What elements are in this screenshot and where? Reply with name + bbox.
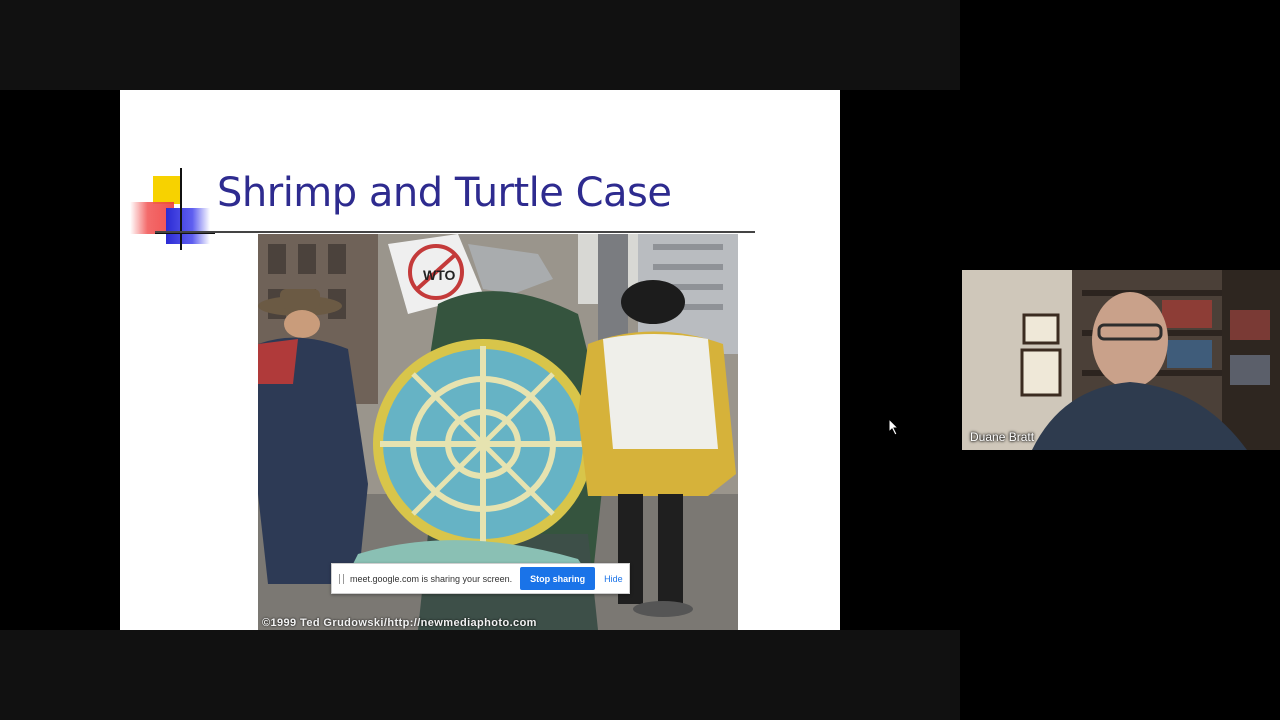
title-divider xyxy=(155,231,755,233)
hide-button[interactable]: Hide xyxy=(604,574,623,584)
bottom-letterbox xyxy=(0,630,960,720)
participant-video-tile[interactable]: Duane Bratt xyxy=(962,270,1280,450)
screen-share-notice: meet.google.com is sharing your screen. … xyxy=(331,563,630,594)
top-letterbox xyxy=(0,0,960,90)
presentation-slide: Shrimp and Turtle Case WTO ©1999 Ted Gru… xyxy=(120,90,840,630)
mouse-cursor-icon xyxy=(888,417,900,441)
photo-credit: ©1999 Ted Grudowski/http://newmediaphoto… xyxy=(262,617,537,629)
sign-text: WTO xyxy=(423,267,456,283)
slide-title: Shrimp and Turtle Case xyxy=(217,170,672,216)
slide-bullet-decoration-icon xyxy=(130,168,220,250)
stop-sharing-button[interactable]: Stop sharing xyxy=(520,567,596,590)
participant-name-label: Duane Bratt xyxy=(970,430,1035,444)
drag-handle-icon[interactable] xyxy=(339,573,344,584)
share-notice-text: meet.google.com is sharing your screen. xyxy=(350,573,513,584)
